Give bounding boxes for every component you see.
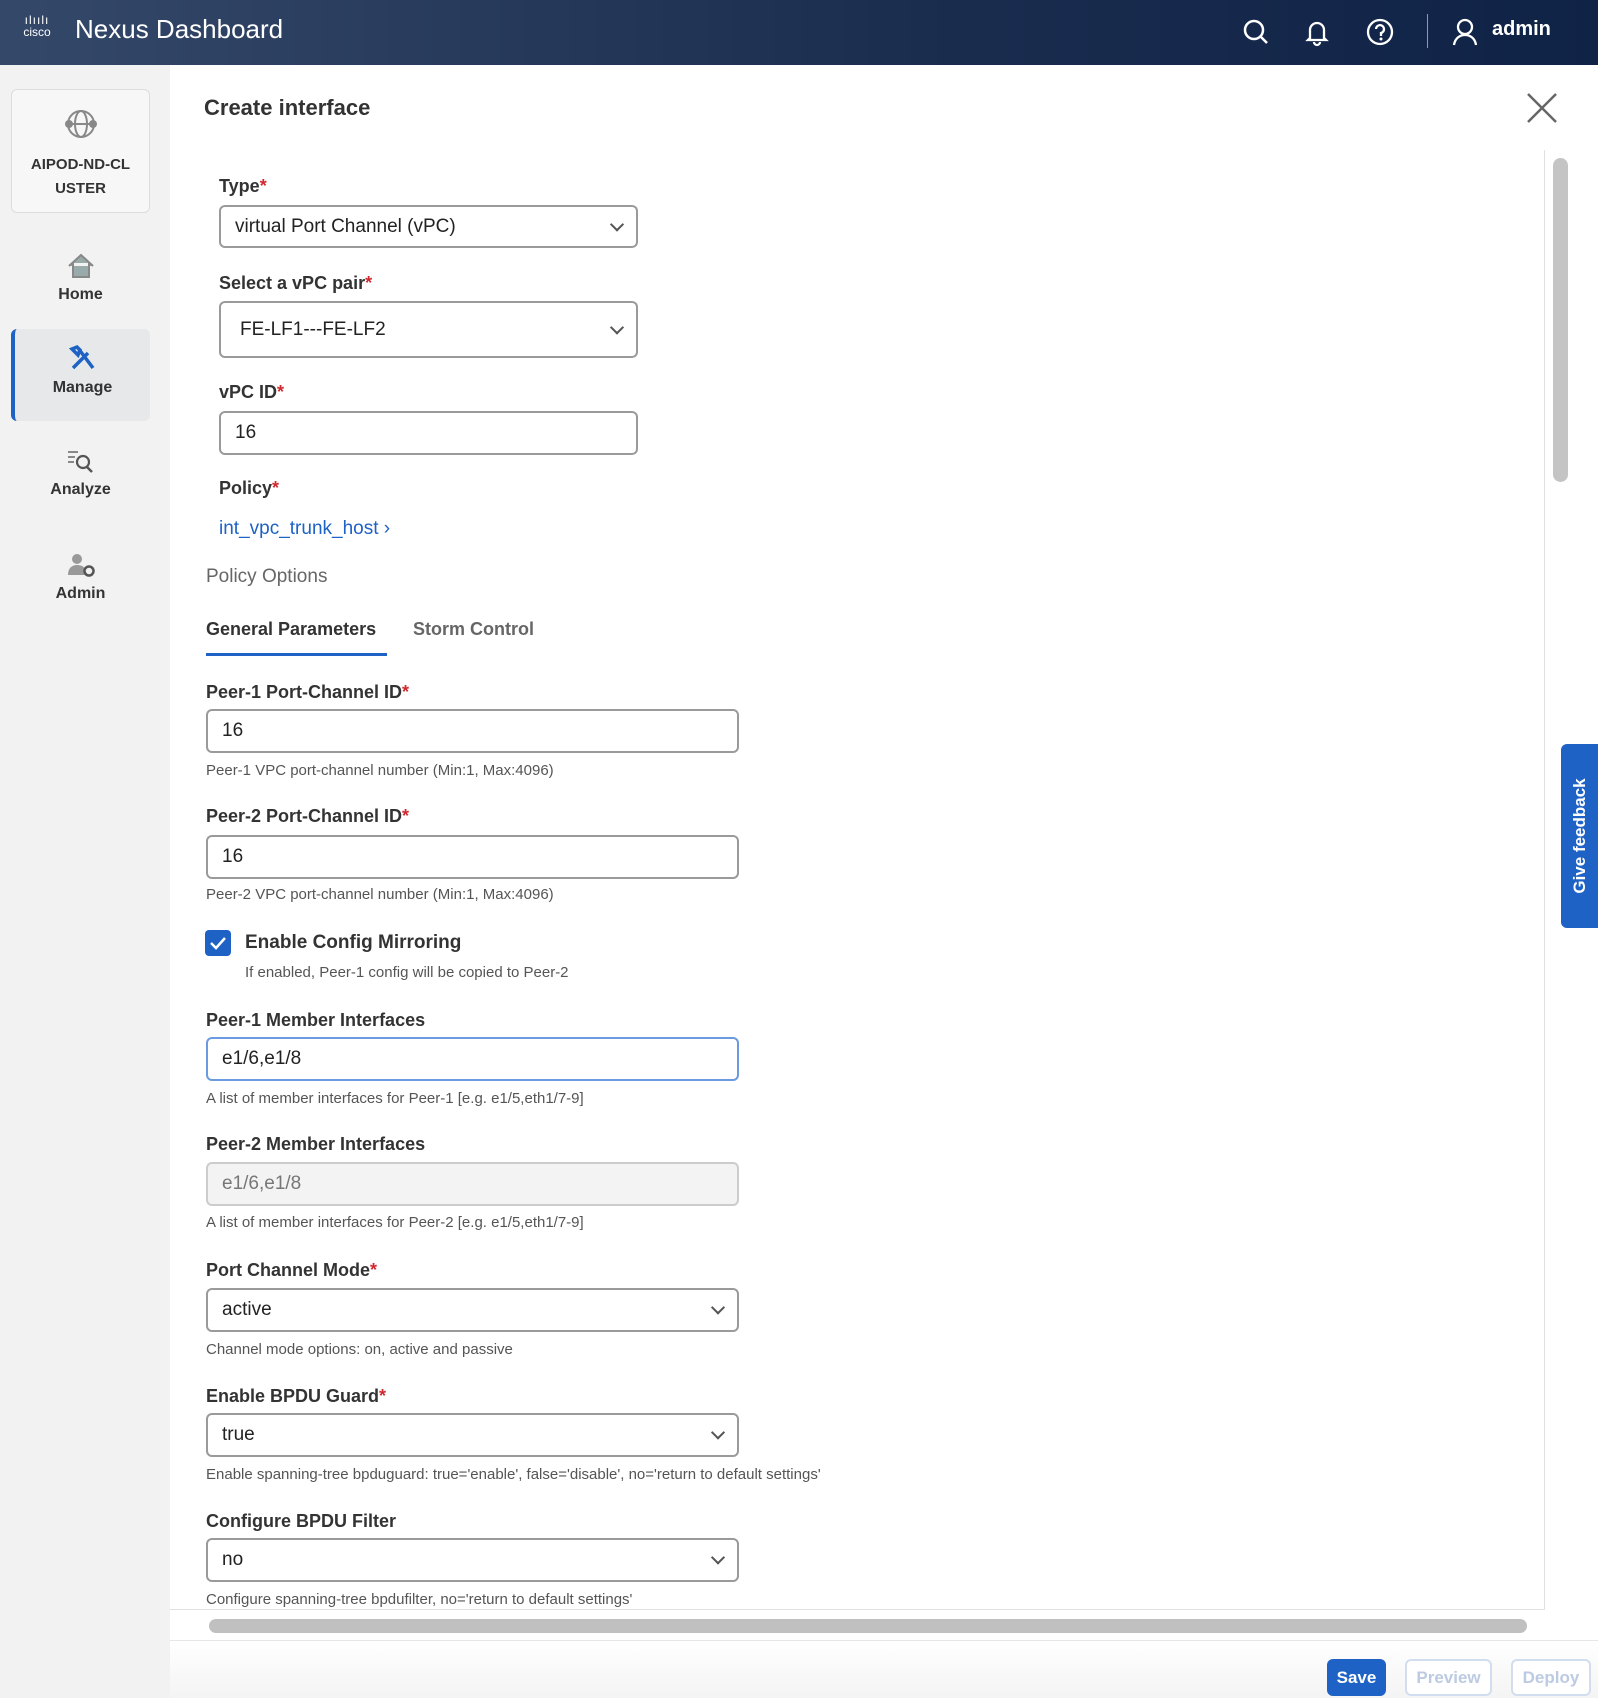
type-label: Type* xyxy=(219,176,267,196)
peer1-pc-label: Peer-1 Port-Channel ID* xyxy=(206,682,410,702)
bell-icon[interactable] xyxy=(1301,16,1333,48)
save-button[interactable]: Save xyxy=(1327,1659,1386,1696)
sidebar-item-manage[interactable]: Manage xyxy=(11,329,150,421)
tab-general-parameters[interactable]: General Parameters xyxy=(206,619,376,640)
horizontal-scrollbar[interactable] xyxy=(209,1619,1527,1633)
cisco-logo: ılıılı cisco xyxy=(23,13,51,39)
peer2-pc-input[interactable]: 16 xyxy=(206,835,739,879)
give-feedback-tab[interactable]: Give feedback xyxy=(1561,744,1598,928)
bpdu-filter-select[interactable]: no xyxy=(206,1538,739,1582)
cluster-card[interactable]: AIPOD-ND-CL USTER xyxy=(11,89,150,213)
type-select[interactable]: virtual Port Channel (vPC) xyxy=(219,205,638,248)
chevron-down-icon xyxy=(609,216,625,232)
help-icon[interactable] xyxy=(1364,16,1396,48)
home-icon xyxy=(67,253,94,278)
sidebar-item-label: Manage xyxy=(52,379,113,396)
bpdu-filter-help: Configure spanning-tree bpdufilter, no='… xyxy=(206,1591,633,1608)
vpc-pair-select[interactable]: FE-LF1---FE-LF2 xyxy=(219,301,638,358)
sidebar-item-home[interactable]: Home xyxy=(11,238,150,330)
sidebar-item-analyze[interactable]: Analyze xyxy=(11,433,150,525)
app-title: Nexus Dashboard xyxy=(75,14,284,44)
chevron-down-icon xyxy=(710,1300,726,1315)
bpdu-guard-label: Enable BPDU Guard* xyxy=(206,1386,387,1406)
chevron-down-icon xyxy=(710,1425,726,1440)
pc-mode-select[interactable]: active xyxy=(206,1288,739,1332)
vertical-scrollbar[interactable] xyxy=(1553,158,1568,482)
bpdu-guard-help: Enable spanning-tree bpduguard: true='en… xyxy=(206,1466,821,1483)
peer2-members-help: A list of member interfaces for Peer-2 [… xyxy=(206,1214,584,1231)
deploy-button[interactable]: Deploy xyxy=(1511,1659,1591,1696)
chevron-down-icon xyxy=(609,319,625,335)
sidebar-item-label: Admin xyxy=(55,585,106,602)
config-mirroring-help: If enabled, Peer-1 config will be copied… xyxy=(245,964,569,981)
cluster-name: AIPOD-ND-CL USTER xyxy=(30,156,131,197)
policy-options-heading: Policy Options xyxy=(206,566,328,587)
active-tab-underline xyxy=(206,653,387,656)
pc-mode-help: Channel mode options: on, active and pas… xyxy=(206,1341,513,1358)
peer1-pc-input[interactable]: 16 xyxy=(206,709,739,753)
tools-icon xyxy=(68,344,94,370)
peer2-members-label: Peer-2 Member Interfaces xyxy=(206,1134,426,1154)
dialog-title: Create interface xyxy=(204,95,371,120)
analyze-icon xyxy=(67,451,93,473)
peer1-members-input[interactable]: e1/6,e1/8 xyxy=(206,1037,739,1081)
config-mirroring-checkbox[interactable] xyxy=(205,930,231,956)
peer1-members-help: A list of member interfaces for Peer-1 [… xyxy=(206,1090,584,1107)
peer2-members-input[interactable]: e1/6,e1/8 xyxy=(206,1162,739,1206)
peer1-members-label: Peer-1 Member Interfaces xyxy=(206,1010,426,1030)
tab-storm-control[interactable]: Storm Control xyxy=(413,619,534,640)
vpc-pair-label: Select a vPC pair* xyxy=(219,273,373,293)
peer2-pc-help: Peer-2 VPC port-channel number (Min:1, M… xyxy=(206,886,554,903)
admin-icon xyxy=(67,554,95,577)
vpc-id-label: vPC ID* xyxy=(219,382,285,402)
config-mirroring-label: Enable Config Mirroring xyxy=(245,932,462,953)
chevron-right-icon: › xyxy=(383,518,391,539)
bpdu-filter-label: Configure BPDU Filter xyxy=(206,1511,397,1531)
vpc-id-input[interactable]: 16 xyxy=(219,411,638,455)
preview-button[interactable]: Preview xyxy=(1405,1659,1492,1696)
policy-link[interactable]: int_vpc_trunk_host › xyxy=(219,518,390,540)
sidebar-item-label: Home xyxy=(58,286,103,303)
policy-label: Policy* xyxy=(219,478,280,498)
peer2-pc-label: Peer-2 Port-Channel ID* xyxy=(206,806,410,826)
cluster-globe-icon xyxy=(64,110,97,138)
search-icon[interactable] xyxy=(1240,16,1272,48)
top-header: ılıılı cisco Nexus Dashboard admin xyxy=(0,0,1598,65)
bpdu-guard-select[interactable]: true xyxy=(206,1413,739,1457)
close-icon[interactable] xyxy=(1524,90,1560,126)
chevron-down-icon xyxy=(710,1550,726,1565)
user-name[interactable]: admin xyxy=(1492,18,1551,41)
user-icon[interactable] xyxy=(1449,16,1481,48)
peer1-pc-help: Peer-1 VPC port-channel number (Min:1, M… xyxy=(206,762,554,779)
sidebar-item-label: Analyze xyxy=(50,481,111,498)
pc-mode-label: Port Channel Mode* xyxy=(206,1260,378,1280)
sidebar-item-admin[interactable]: Admin xyxy=(11,537,150,629)
header-divider xyxy=(1427,14,1428,48)
